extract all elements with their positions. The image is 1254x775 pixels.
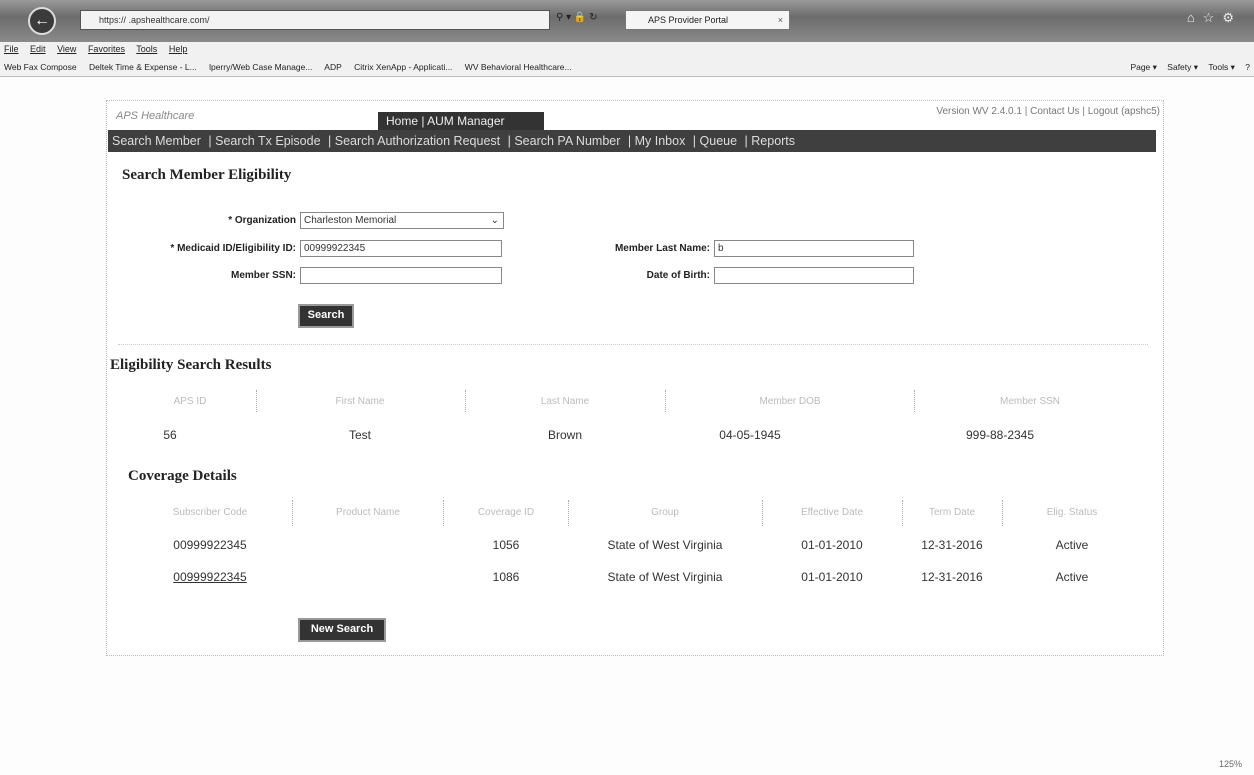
column-divider [665, 390, 666, 412]
member-last-name-label: Member Last Name: [614, 243, 710, 254]
organization-value: Charleston Memorial [304, 215, 397, 226]
cell-coverage-id: 1056 [492, 538, 520, 552]
top-right-links[interactable]: Version WV 2.4.0.1 | Contact Us | Logout… [936, 106, 1160, 117]
nav-search-pa-number[interactable]: Search PA Number [514, 134, 620, 148]
nav-search-authorization-request[interactable]: Search Authorization Request [335, 134, 500, 148]
menu-favorites[interactable]: Favorites [88, 44, 125, 54]
nav-search-member[interactable]: Search Member [112, 134, 201, 148]
cell-subscriber-code[interactable]: 00999922345 [140, 570, 280, 584]
member-ssn-label: Member SSN: [230, 270, 296, 281]
col-group: Group [651, 507, 679, 518]
column-divider [465, 390, 466, 412]
col-member-dob: Member DOB [759, 396, 821, 407]
menu-file[interactable]: File [4, 44, 19, 54]
cell-term-date: 12-31-2016 [921, 538, 983, 552]
favorite-link[interactable]: Citrix XenApp - Applicati... [354, 62, 452, 72]
cell-aps-id: 56 [163, 428, 177, 442]
col-aps-id: APS ID [173, 396, 207, 407]
date-of-birth-field[interactable] [714, 267, 914, 284]
column-divider [568, 500, 569, 526]
new-search-button[interactable]: New Search [298, 618, 386, 642]
col-elig-status: Elig. Status [1046, 507, 1098, 518]
medicaid-id-label: * Medicaid ID/Eligibility ID: [170, 243, 296, 254]
nav-search-tx-episode[interactable]: Search Tx Episode [215, 134, 320, 148]
nav-reports[interactable]: Reports [751, 134, 795, 148]
tab-aps-provider-portal[interactable]: APS Provider Portal × [625, 10, 790, 30]
cell-subscriber-code[interactable]: 00999922345 [140, 538, 280, 552]
cell-member-ssn: 999-88-2345 [965, 428, 1035, 442]
cell-member-dob: 04-05-1945 [719, 428, 781, 442]
search-button[interactable]: Search [298, 304, 354, 328]
col-term-date: Term Date [928, 507, 976, 518]
cell-coverage-id: 1086 [492, 570, 520, 584]
tab-title: APS Provider Portal [648, 15, 729, 25]
chevron-down-icon: ⌄ [490, 215, 499, 226]
menu-edit[interactable]: Edit [30, 44, 46, 54]
nav-my-inbox[interactable]: My Inbox [635, 134, 686, 148]
command-bar: Page ▾ Safety ▾ Tools ▾ ? [1122, 57, 1250, 76]
col-member-ssn: Member SSN [999, 396, 1060, 407]
column-divider [256, 390, 257, 412]
member-ssn-field[interactable] [300, 267, 502, 284]
cell-group: State of West Virginia [607, 570, 723, 584]
favorite-link[interactable]: ADP [324, 62, 341, 72]
favorites-bar: Web Fax Compose Deltek Time & Expense - … [0, 57, 1254, 77]
favorite-link[interactable]: lperry/Web Case Manage... [209, 62, 312, 72]
col-product-name: Product Name [336, 507, 400, 518]
results-title: Eligibility Search Results [110, 357, 272, 373]
cell-first-name: Test [348, 428, 371, 442]
search-title: Search Member Eligibility [122, 167, 292, 183]
help-icon[interactable]: ? [1245, 62, 1250, 72]
nav-queue[interactable]: Queue [700, 134, 738, 148]
column-divider [1002, 500, 1003, 526]
cell-last-name: Brown [547, 428, 582, 442]
column-divider [914, 390, 915, 412]
column-divider [443, 500, 444, 526]
date-of-birth-label: Date of Birth: [646, 270, 710, 281]
column-divider [762, 500, 763, 526]
organization-select[interactable]: Charleston Memorial ⌄ [300, 212, 504, 229]
col-effective-date: Effective Date [800, 507, 864, 518]
main-nav: Search Member | Search Tx Episode | Sear… [108, 130, 1156, 152]
menu-bar: File Edit View Favorites Tools Help [0, 42, 1254, 57]
back-button[interactable]: ← [28, 7, 56, 35]
divider [118, 344, 1148, 345]
zoom-level[interactable]: 125% [1219, 759, 1242, 769]
cell-term-date: 12-31-2016 [921, 570, 983, 584]
page-menu[interactable]: Page ▾ [1130, 62, 1156, 72]
column-divider [902, 500, 903, 526]
favorite-link[interactable]: WV Behavioral Healthcare... [465, 62, 572, 72]
col-coverage-id: Coverage ID [477, 507, 535, 518]
cell-elig-status: Active [1055, 538, 1089, 552]
close-icon[interactable]: × [778, 11, 783, 29]
organization-label: * Organization [228, 215, 296, 226]
address-bar-controls[interactable]: ⚲ ▾ 🔒 ↻ [556, 12, 598, 23]
safety-menu[interactable]: Safety ▾ [1167, 62, 1198, 72]
coverage-title: Coverage Details [128, 468, 237, 484]
column-divider [292, 500, 293, 526]
medicaid-id-field[interactable]: 00999922345 [300, 240, 502, 257]
favorite-link[interactable]: Deltek Time & Expense - L... [89, 62, 197, 72]
home-bar[interactable]: Home | AUM Manager [378, 112, 544, 130]
cell-group: State of West Virginia [607, 538, 723, 552]
address-bar[interactable]: https:// .apshealthcare.com/ [80, 10, 550, 30]
menu-help[interactable]: Help [169, 44, 188, 54]
menu-tools[interactable]: Tools [136, 44, 157, 54]
cell-elig-status: Active [1055, 570, 1089, 584]
cell-effective-date: 01-01-2010 [801, 570, 863, 584]
col-first-name: First Name [335, 396, 385, 407]
browser-titlebar: ← https:// .apshealthcare.com/ ⚲ ▾ 🔒 ↻ A… [0, 0, 1254, 42]
favorite-link[interactable]: Web Fax Compose [4, 62, 77, 72]
menu-view[interactable]: View [57, 44, 76, 54]
tools-menu[interactable]: Tools ▾ [1208, 62, 1234, 72]
window-controls[interactable]: ⌂☆⚙ [1187, 10, 1242, 26]
logo: APS Healthcare [116, 110, 195, 122]
col-last-name: Last Name [540, 396, 590, 407]
member-last-name-field[interactable]: b [714, 240, 914, 257]
col-subscriber-code: Subscriber Code [172, 507, 248, 518]
cell-effective-date: 01-01-2010 [801, 538, 863, 552]
